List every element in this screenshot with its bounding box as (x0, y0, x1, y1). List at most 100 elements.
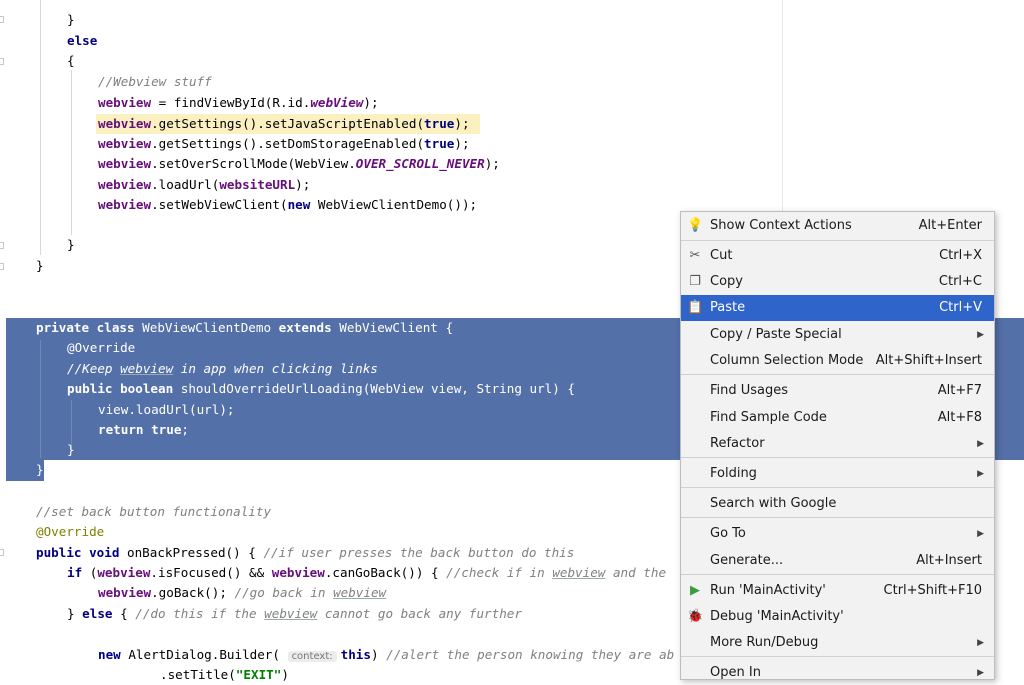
code-line: @Override (36, 524, 105, 539)
code-line: if (webview.isFocused() && webview.canGo… (67, 565, 667, 580)
code-line: @Override (67, 340, 136, 355)
fold-marker[interactable] (0, 242, 4, 249)
code-line: webview.getSettings().setDomStorageEnabl… (98, 136, 470, 151)
menu-item-shortcut: Alt+Shift+Insert (875, 353, 982, 368)
menu-item-show-context-actions[interactable]: 💡 Show Context Actions Alt+Enter (681, 213, 994, 239)
code-line: public boolean shouldOverrideUrlLoading(… (67, 381, 576, 396)
submenu-arrow-icon: ▶ (977, 529, 984, 539)
menu-item-copy-paste-special[interactable]: Copy / Paste Special ▶ (681, 322, 994, 348)
menu-item-label: Run 'MainActivity' (710, 583, 826, 598)
menu-item-label: Folding (710, 466, 757, 481)
menu-item-cut[interactable]: ✂ Cut Ctrl+X (681, 243, 994, 269)
menu-item-label: Refactor (710, 436, 765, 451)
code-line: else (67, 33, 98, 48)
menu-item-generate[interactable]: Generate... Alt+Insert (681, 548, 994, 574)
menu-item-refactor[interactable]: Refactor ▶ (681, 431, 994, 457)
code-line: webview.loadUrl(websiteURL); (98, 177, 311, 192)
fold-marker[interactable] (0, 263, 4, 270)
menu-item-shortcut: Ctrl+C (938, 274, 982, 289)
code-line: { (67, 53, 75, 68)
menu-item-search-with-google[interactable]: Search with Google (681, 491, 994, 517)
menu-item-label: Cut (710, 248, 733, 263)
indent-guide (71, 70, 72, 235)
menu-item-label: More Run/Debug (710, 635, 819, 650)
code-line: public void onBackPressed() { //if user … (36, 545, 575, 560)
menu-item-find-usages[interactable]: Find Usages Alt+F7 (681, 378, 994, 404)
menu-item-open-in[interactable]: Open In ▶ (681, 660, 994, 680)
submenu-arrow-icon: ▶ (977, 668, 984, 678)
code-line: //Webview stuff (98, 74, 212, 89)
menu-item-shortcut: Alt+Enter (918, 218, 982, 233)
clipboard-icon: 📋 (687, 300, 704, 315)
menu-item-debug-mainactivity[interactable]: 🐞 Debug 'MainActivity' (681, 604, 994, 630)
menu-item-label: Search with Google (710, 496, 837, 511)
menu-separator (681, 574, 994, 575)
submenu-arrow-icon: ▶ (977, 439, 984, 449)
menu-item-copy[interactable]: ❐ Copy Ctrl+C (681, 269, 994, 295)
code-line: private class WebViewClientDemo extends … (36, 320, 454, 335)
copy-icon: ❐ (689, 274, 701, 289)
submenu-arrow-icon: ▶ (977, 638, 984, 648)
fold-marker[interactable] (0, 58, 4, 65)
menu-item-paste[interactable]: 📋 Paste Ctrl+V (681, 295, 994, 321)
code-line: webview.setWebViewClient(new WebViewClie… (98, 197, 478, 212)
submenu-arrow-icon: ▶ (977, 469, 984, 479)
context-menu: 💡 Show Context Actions Alt+Enter ✂ Cut Ctrl+X… (680, 211, 995, 680)
menu-item-shortcut: Ctrl+X (939, 248, 982, 263)
code-line: } (67, 12, 75, 27)
lightbulb-icon: 💡 (687, 218, 704, 233)
fold-marker[interactable] (0, 549, 4, 556)
run-icon: ▶ (690, 583, 700, 598)
menu-separator (681, 240, 994, 241)
code-line: } else { //do this if the webview cannot… (67, 606, 522, 621)
debug-icon: 🐞 (687, 609, 704, 624)
code-line: //set back button functionality (36, 504, 272, 519)
code-line: } (67, 442, 75, 457)
indent-guide (40, 340, 41, 458)
menu-item-column-selection-mode[interactable]: Column Selection Mode Alt+Shift+Insert (681, 348, 994, 374)
code-line: //Keep webview in app when clicking link… (67, 361, 378, 376)
parameter-hint: context: (287, 651, 337, 662)
code-line: webview.getSettings().setJavaScriptEnabl… (98, 116, 470, 131)
fold-marker[interactable] (0, 16, 4, 23)
menu-item-label: Copy (710, 274, 743, 289)
code-line: webview = findViewById(R.id.webView); (98, 95, 379, 110)
menu-item-shortcut: Alt+Insert (916, 553, 982, 568)
code-line: return true; (98, 422, 189, 437)
menu-separator (681, 487, 994, 488)
code-line: } (67, 237, 75, 252)
code-line: new AlertDialog.Builder( context: this) /… (98, 647, 675, 662)
code-line: webview.goBack(); //go back in webview (98, 585, 387, 600)
menu-item-more-run-debug[interactable]: More Run/Debug ▶ (681, 630, 994, 656)
menu-item-find-sample-code[interactable]: Find Sample Code Alt+F8 (681, 405, 994, 431)
menu-item-label: Copy / Paste Special (710, 327, 842, 342)
code-line: } (36, 258, 44, 273)
menu-separator (681, 656, 994, 657)
code-line: } (36, 462, 44, 477)
menu-item-label: Debug 'MainActivity' (710, 609, 844, 624)
menu-separator (681, 457, 994, 458)
submenu-arrow-icon: ▶ (977, 330, 984, 340)
menu-item-label: Paste (710, 300, 746, 315)
menu-item-go-to[interactable]: Go To ▶ (681, 521, 994, 547)
menu-item-shortcut: Alt+F8 (937, 410, 982, 425)
menu-item-label: Open In (710, 665, 761, 680)
menu-item-label: Find Usages (710, 383, 789, 398)
code-line: view.loadUrl(url); (98, 402, 235, 417)
scissors-icon: ✂ (689, 248, 701, 263)
menu-item-run-mainactivity[interactable]: ▶ Run 'MainActivity' Ctrl+Shift+F10 (681, 578, 994, 604)
menu-item-label: Column Selection Mode (710, 353, 864, 368)
menu-separator (681, 517, 994, 518)
menu-item-shortcut: Alt+F7 (937, 383, 982, 398)
indent-guide (40, 0, 41, 255)
menu-separator (681, 374, 994, 375)
menu-item-label: Go To (710, 526, 746, 541)
code-line: webview.setOverScrollMode(WebView.OVER_S… (98, 156, 500, 171)
menu-item-label: Generate... (710, 553, 784, 568)
menu-item-folding[interactable]: Folding ▶ (681, 461, 994, 487)
menu-item-shortcut: Ctrl+Shift+F10 (883, 583, 982, 598)
menu-item-label: Find Sample Code (710, 410, 827, 425)
code-line: .setTitle("EXIT") (160, 667, 289, 682)
menu-item-shortcut: Ctrl+V (939, 300, 982, 315)
menu-item-label: Show Context Actions (710, 218, 852, 233)
